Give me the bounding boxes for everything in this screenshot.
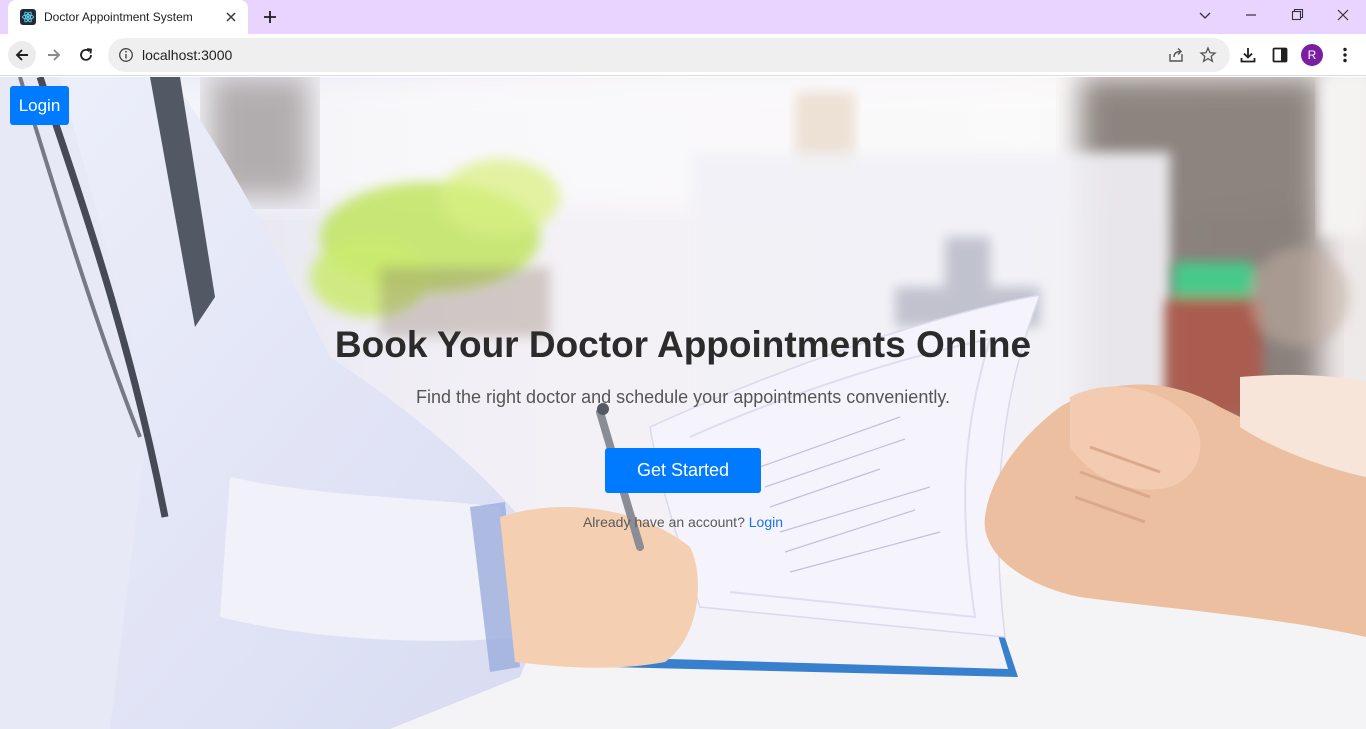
hero-subtitle: Find the right doctor and schedule your …	[416, 387, 950, 407]
avatar[interactable]: R	[1301, 44, 1323, 66]
url-text[interactable]: localhost:3000	[142, 47, 232, 63]
nav-login-button[interactable]: Login	[10, 86, 69, 125]
tab-title: Doctor Appointment System	[44, 10, 193, 24]
forward-button[interactable]	[40, 41, 68, 69]
browser-tab-strip: Doctor Appointment System	[0, 0, 1366, 34]
arrow-left-icon	[15, 49, 28, 61]
star-icon[interactable]	[1199, 46, 1217, 64]
share-icon[interactable]	[1167, 46, 1185, 64]
kebab-menu-icon[interactable]	[1335, 45, 1355, 65]
get-started-button[interactable]: Get Started	[605, 448, 761, 493]
page-title: Book Your Doctor Appointments Online	[334, 324, 1032, 365]
browser-toolbar: localhost:3000 R	[0, 34, 1366, 76]
side-panel-icon[interactable]	[1270, 45, 1290, 65]
minimize-icon[interactable]	[1238, 4, 1264, 26]
download-icon[interactable]	[1238, 45, 1258, 65]
arrow-right-icon	[48, 49, 61, 61]
chevron-down-icon[interactable]	[1192, 4, 1218, 26]
close-icon[interactable]	[222, 8, 240, 26]
address-bar[interactable]: localhost:3000	[108, 38, 1230, 72]
browser-tab[interactable]: Doctor Appointment System	[8, 0, 248, 34]
restore-icon[interactable]	[1284, 4, 1310, 26]
account-prompt: Already have an account? Login	[0, 514, 1366, 530]
page-viewport: Login Book Your Doctor Appointments Onli…	[0, 77, 1366, 729]
reload-icon	[80, 48, 93, 61]
back-button[interactable]	[8, 41, 36, 69]
login-link[interactable]: Login	[749, 514, 783, 530]
react-icon	[20, 9, 36, 25]
info-icon[interactable]	[118, 47, 134, 68]
new-tab-icon[interactable]	[259, 6, 281, 28]
window-close-icon[interactable]	[1330, 4, 1356, 26]
reload-button[interactable]	[72, 41, 100, 69]
account-prompt-text: Already have an account?	[582, 514, 745, 530]
